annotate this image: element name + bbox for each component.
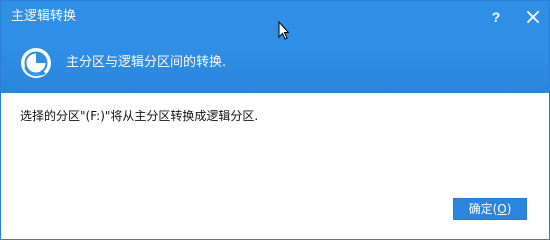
ok-label-prefix: 确定( <box>468 202 498 216</box>
title-bar: 主逻辑转换 ? <box>1 1 549 35</box>
partition-convert-dialog: 主逻辑转换 ? 主分区与逻辑分区间的转换. 选择的分区"(F:)"将从主分区转换… <box>0 0 550 240</box>
close-button[interactable] <box>525 9 541 25</box>
ok-label-suffix: ) <box>506 202 512 216</box>
dialog-footer: 确定(O) <box>1 190 549 239</box>
window-title: 主逻辑转换 <box>11 9 77 24</box>
ok-button[interactable]: 确定(O) <box>453 198 527 220</box>
ok-mnemonic: O <box>497 202 507 216</box>
conversion-message: 选择的分区"(F:)"将从主分区转换成逻辑分区. <box>20 109 259 123</box>
help-button[interactable]: ? <box>487 7 505 27</box>
mouse-pointer-icon <box>278 21 289 41</box>
dialog-header: 主逻辑转换 ? 主分区与逻辑分区间的转换. <box>1 1 549 93</box>
header-subtitle: 主分区与逻辑分区间的转换. <box>66 55 227 70</box>
dialog-content: 选择的分区"(F:)"将从主分区转换成逻辑分区. 确定(O) <box>1 93 549 239</box>
partition-convert-icon <box>19 46 53 80</box>
close-icon <box>526 10 540 24</box>
